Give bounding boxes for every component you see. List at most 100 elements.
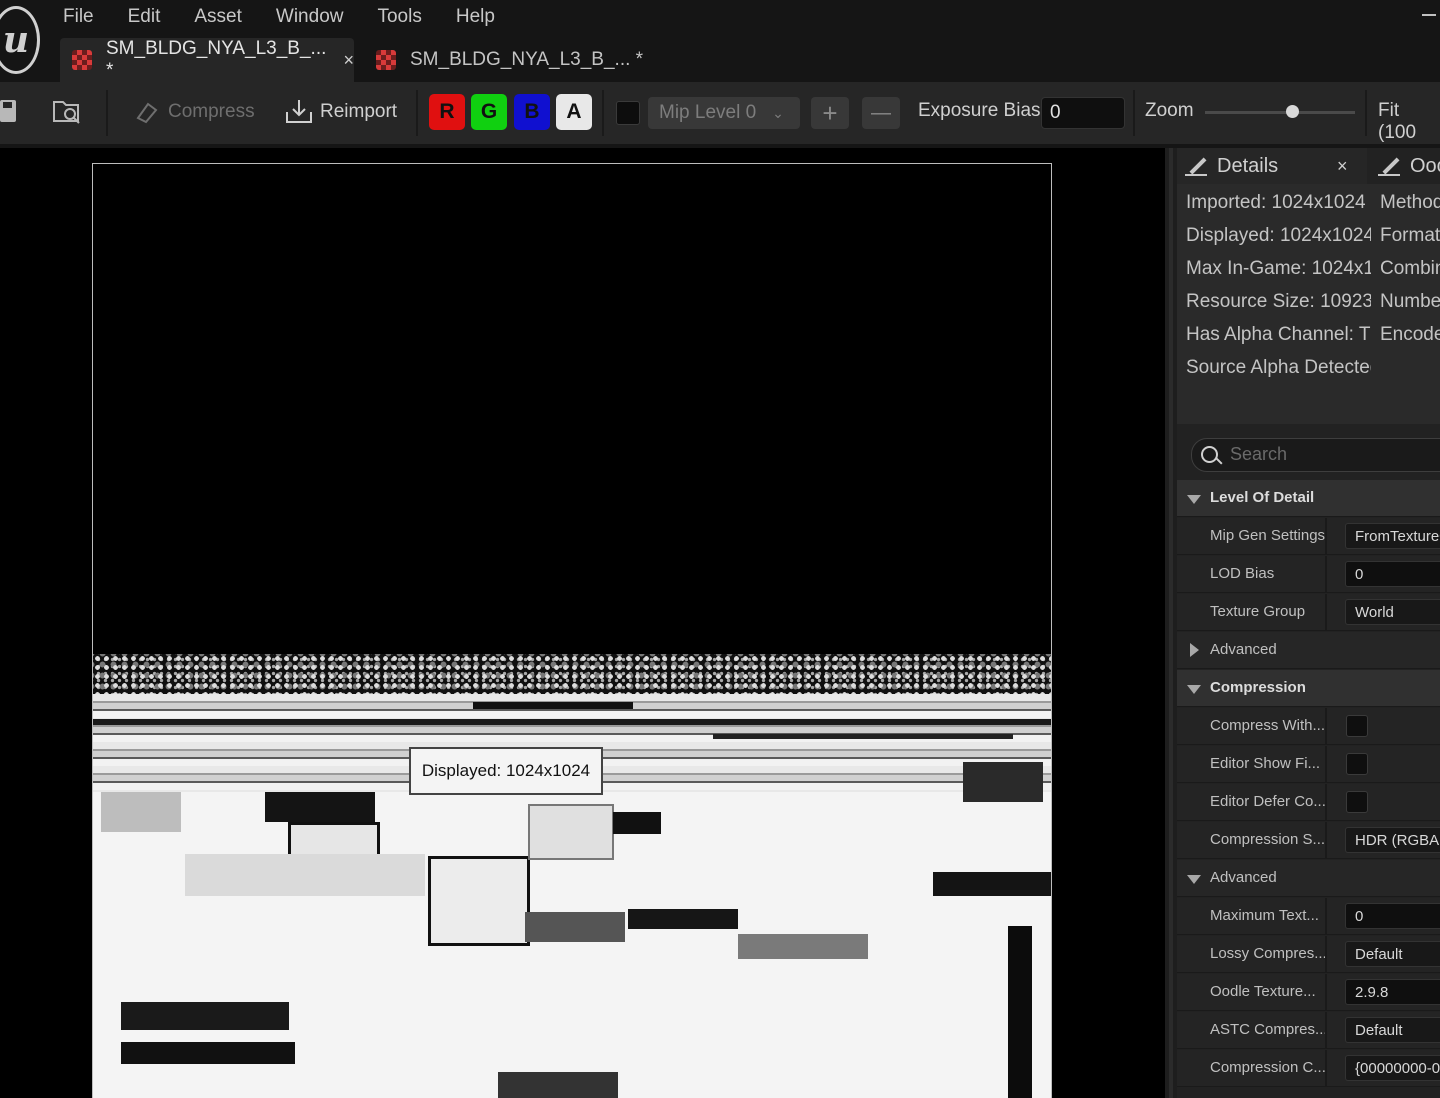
menu-asset[interactable]: Asset (177, 6, 259, 28)
channel-a-toggle[interactable]: A (556, 94, 592, 130)
category-compression[interactable]: Compression (1177, 670, 1440, 707)
menu-bar: File Edit Asset Window Tools Help (46, 0, 512, 34)
property-label: Advanced (1210, 869, 1277, 886)
property-value[interactable]: 0 (1345, 903, 1440, 929)
property-value[interactable]: FromTextureGroup (1345, 523, 1440, 549)
property-checkbox[interactable] (1346, 715, 1368, 737)
property-row-editor-defer-co[interactable]: Editor Defer Co... (1177, 784, 1440, 821)
property-label: Mip Gen Settings (1210, 527, 1326, 544)
property-value[interactable]: HDR (RGBA16F) (1345, 827, 1440, 853)
pencil-icon (1378, 155, 1400, 177)
mip-level-dropdown[interactable]: Mip Level 0 ⌄ (648, 97, 800, 129)
save-icon[interactable] (0, 98, 20, 124)
info-resource-size: Resource Size: 10923 K (1186, 291, 1371, 312)
menu-tools[interactable]: Tools (360, 6, 438, 28)
zoom-slider-thumb[interactable] (1286, 105, 1299, 118)
menu-help[interactable]: Help (439, 6, 512, 28)
property-checkbox[interactable] (1346, 791, 1368, 813)
collapse-arrow-icon[interactable] (1187, 685, 1201, 694)
mip-minus-button[interactable]: — (862, 97, 900, 129)
column-divider[interactable] (1325, 518, 1327, 555)
minimize-icon[interactable] (1422, 14, 1436, 16)
zoom-slider[interactable] (1205, 111, 1355, 114)
toolbar-separator (602, 90, 604, 136)
channel-g-toggle[interactable]: G (471, 94, 507, 130)
collapse-arrow-icon[interactable] (1187, 495, 1201, 504)
property-row-astc-compres[interactable]: ASTC Compres... Default (1177, 1012, 1440, 1049)
property-label: Advanced (1210, 641, 1277, 658)
channel-r-toggle[interactable]: R (429, 94, 465, 130)
column-divider[interactable] (1325, 784, 1327, 821)
menu-file[interactable]: File (46, 6, 111, 28)
expand-arrow-icon[interactable] (1190, 643, 1199, 657)
panel-splitter[interactable] (1165, 148, 1177, 1098)
compress-button[interactable]: Compress (134, 98, 255, 126)
info-method: Method (1380, 192, 1440, 213)
property-row-maximum-text[interactable]: Maximum Text... 0 (1177, 898, 1440, 935)
property-value[interactable]: 2.9.8 (1345, 979, 1440, 1005)
exposure-bias-input[interactable]: 0 (1041, 97, 1125, 129)
property-checkbox[interactable] (1346, 753, 1368, 775)
menu-window[interactable]: Window (259, 6, 361, 28)
property-value[interactable]: 0 (1345, 561, 1440, 587)
mip-checkbox[interactable] (616, 101, 640, 125)
mip-level-value: Mip Level 0 (659, 102, 757, 123)
column-divider[interactable] (1325, 708, 1327, 745)
category-level-of-detail[interactable]: Level Of Detail (1177, 480, 1440, 517)
column-divider[interactable] (1325, 822, 1327, 859)
texture-icon (376, 50, 396, 70)
property-label: ASTC Compres... (1210, 1021, 1328, 1038)
property-row-compress-with[interactable]: Compress With... (1177, 708, 1440, 745)
tab-texture-active[interactable]: SM_BLDG_NYA_L3_B_... * × (60, 38, 354, 82)
info-source-alpha: Source Alpha Detected (1186, 357, 1371, 378)
category-advanced[interactable]: Advanced (1177, 860, 1440, 897)
unreal-logo-icon[interactable]: u (0, 6, 40, 74)
compress-icon (136, 102, 158, 124)
column-divider[interactable] (1325, 974, 1327, 1011)
property-label: Maximum Text... (1210, 907, 1319, 924)
collapse-arrow-icon[interactable] (1187, 875, 1201, 884)
column-divider[interactable] (1325, 936, 1327, 973)
property-row-compression-c[interactable]: Compression C... {00000000-0 (1177, 1050, 1440, 1087)
channel-b-toggle[interactable]: B (514, 94, 550, 130)
property-row-lossy-compres[interactable]: Lossy Compres... Default (1177, 936, 1440, 973)
title-bar: u File Edit Asset Window Tools Help SM_B… (0, 0, 1440, 82)
compress-label: Compress (168, 101, 255, 122)
property-label: Editor Show Fi... (1210, 755, 1321, 772)
tab-secondary[interactable]: Ooc (1370, 148, 1440, 184)
property-row-lod-bias[interactable]: LOD Bias 0 (1177, 556, 1440, 593)
fit-zoom-label[interactable]: Fit (100 (1378, 100, 1440, 144)
property-row-editor-show-fi[interactable]: Editor Show Fi... (1177, 746, 1440, 783)
column-divider[interactable] (1325, 556, 1327, 593)
info-max-in-game: Max In-Game: 1024x1 (1186, 258, 1371, 279)
mip-plus-button[interactable]: + (811, 97, 849, 129)
column-divider[interactable] (1325, 1012, 1327, 1049)
property-row-texture-group[interactable]: Texture Group World (1177, 594, 1440, 631)
close-icon[interactable]: × (343, 50, 354, 71)
column-divider[interactable] (1325, 594, 1327, 631)
info-encode: Encode (1380, 324, 1440, 345)
texture-viewport[interactable]: Displayed: 1024x1024 (0, 148, 1165, 1098)
property-row-oodle-texture[interactable]: Oodle Texture... 2.9.8 (1177, 974, 1440, 1011)
close-icon[interactable]: × (1337, 156, 1348, 177)
info-format: Format (1380, 225, 1440, 246)
property-row-compression-s[interactable]: Compression S... HDR (RGBA16F) (1177, 822, 1440, 859)
column-divider[interactable] (1325, 898, 1327, 935)
browse-folder-icon[interactable] (52, 96, 82, 126)
reimport-button[interactable]: Reimport (284, 98, 397, 126)
column-divider[interactable] (1325, 1050, 1327, 1087)
secondary-tab-label: Ooc (1410, 154, 1440, 177)
property-value[interactable]: {00000000-0 (1345, 1055, 1440, 1081)
category-advanced[interactable]: Advanced (1177, 632, 1440, 669)
property-value[interactable]: World (1345, 599, 1440, 625)
info-number: Numbe (1380, 291, 1440, 312)
menu-edit[interactable]: Edit (111, 6, 178, 28)
tab-label: SM_BLDG_NYA_L3_B_... * (410, 49, 644, 70)
property-value[interactable]: Default (1345, 941, 1440, 967)
property-row-mip-gen-settings[interactable]: Mip Gen Settings FromTextureGroup (1177, 518, 1440, 555)
tab-details[interactable]: Details × (1177, 148, 1367, 184)
property-value[interactable]: Default (1345, 1017, 1440, 1043)
tab-texture-inactive[interactable]: SM_BLDG_NYA_L3_B_... * (364, 38, 664, 82)
column-divider[interactable] (1325, 746, 1327, 783)
details-search-input[interactable]: Search (1191, 438, 1440, 472)
